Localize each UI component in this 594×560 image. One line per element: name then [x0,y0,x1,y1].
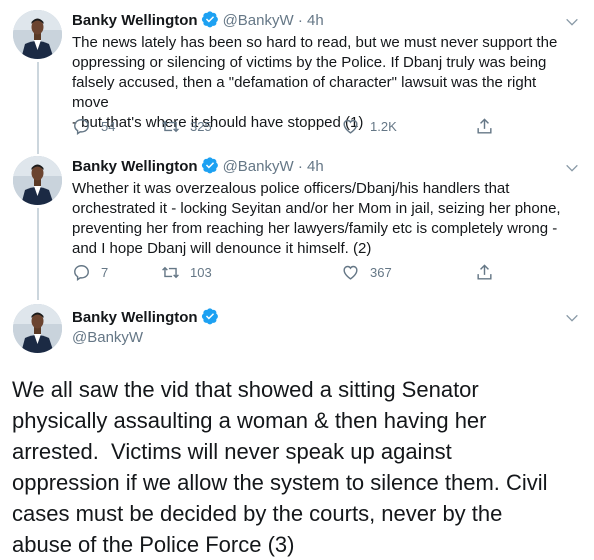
retweet-icon [162,120,179,133]
main-tweet-text-line: cases must be decided by the courts, nev… [12,501,503,526]
verified-badge-icon [201,157,218,174]
timestamp[interactable]: 4h [307,158,324,175]
tweet-actions: 7 103 367 [72,263,512,285]
timestamp[interactable]: 4h [307,12,324,29]
share-icon [477,264,492,280]
like-button[interactable]: 1.2K [341,117,397,136]
separator-dot: · [297,158,303,175]
heart-icon [343,265,358,280]
tweet-1[interactable]: Banky Wellington @BankyW · 4h The news la… [0,0,594,150]
reply-icon [74,119,89,135]
author-name[interactable]: Banky Wellington [72,309,198,326]
main-tweet-text-line: oppression if we allow the system to sil… [12,470,548,495]
verified-badge-icon [201,308,218,325]
author-name[interactable]: Banky Wellington [72,158,198,175]
avatar[interactable] [13,304,62,353]
tweet-text-line: falsely accused, then a "defamation of c… [72,74,537,111]
tweet-text-line: preventing her from reaching her lawyers… [72,220,558,237]
tweet-text: Whether it was overzealous police office… [72,179,572,259]
reply-button[interactable]: 54 [72,117,115,136]
main-tweet-text-line: physically assaulting a woman & then hav… [12,408,487,433]
reply-count: 7 [101,265,109,280]
tweet-text-line: Whether it was overzealous police office… [72,180,510,197]
like-button[interactable]: 367 [341,263,392,282]
like-count: 1.2K [370,119,397,134]
retweet-count: 103 [190,265,212,280]
author-handle[interactable]: @BankyW [223,12,294,29]
verified-badge-icon [201,11,218,28]
main-tweet-text: We all saw the vid that showed a sitting… [12,374,582,560]
chevron-down-icon[interactable] [564,310,580,326]
reply-icon [74,265,89,281]
author-handle[interactable]: @BankyW [223,158,294,175]
share-icon [477,118,492,134]
tweet-text-line: oppressing or silencing of victims by th… [72,54,547,71]
like-count: 367 [370,265,392,280]
retweet-button[interactable]: 325 [161,117,212,136]
main-tweet-text-line: We all saw the vid that showed a sitting… [12,377,479,402]
tweet-text-line: orchestrated it - locking Seyitan and/or… [72,200,561,217]
chevron-down-icon[interactable] [564,160,580,176]
retweet-icon [162,266,179,279]
tweet-text-line: and I hope Dbanj will denounce it himsel… [72,240,372,257]
tweet-actions: 54 325 1.2K [72,117,512,139]
retweet-button[interactable]: 103 [161,263,212,282]
share-button[interactable] [475,117,504,136]
separator-dot: · [297,12,303,29]
reply-button[interactable]: 7 [72,263,108,282]
tweet-text-line: The news lately has been so hard to read… [72,34,558,51]
heart-icon [343,119,358,134]
reply-count: 54 [101,119,116,134]
retweet-count: 325 [190,119,212,134]
author-name[interactable]: Banky Wellington [72,12,198,29]
tweet-2[interactable]: Banky Wellington @BankyW · 4h Whether it … [0,148,594,298]
main-tweet-text-line: arrested. Victims will never speak up ag… [12,439,452,464]
main-tweet-text-line: abuse of the Police Force (3) [12,532,295,557]
author-handle[interactable]: @BankyW [72,329,143,346]
share-button[interactable] [475,263,504,282]
chevron-down-icon[interactable] [564,14,580,30]
avatar[interactable] [13,156,62,205]
avatar[interactable] [13,10,62,59]
